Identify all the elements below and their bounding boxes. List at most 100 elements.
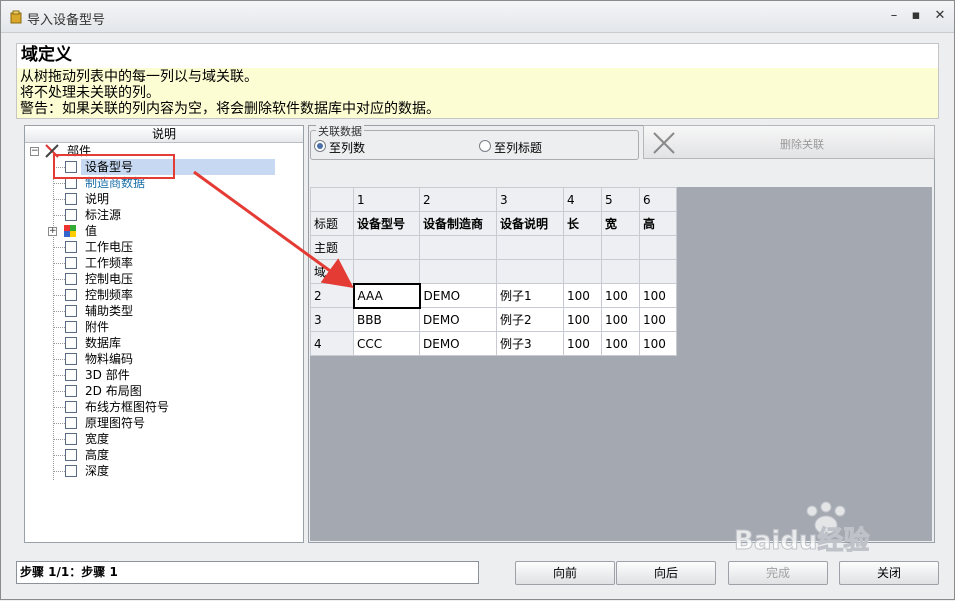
table-cell[interactable]: CCC [353, 331, 420, 356]
subject-cell[interactable] [601, 235, 640, 260]
column-mapping-grid[interactable]: 1 2 3 4 5 6 标题 设备型号 设备制造商 设备说明 长 宽 高 主题 … [310, 187, 677, 356]
radio-to-column-number[interactable] [314, 140, 326, 152]
tree-item-checkbox[interactable] [65, 449, 77, 461]
column-number[interactable]: 4 [563, 187, 602, 212]
tree-column-header[interactable]: 说明 [25, 126, 303, 143]
baidu-watermark: Baidu经验 [733, 493, 934, 557]
column-number[interactable]: 5 [601, 187, 640, 212]
subject-cell[interactable] [496, 235, 564, 260]
tree-item[interactable]: 说明 [25, 191, 303, 207]
field-drop-cell[interactable] [353, 259, 420, 284]
table-cell[interactable]: 100 [563, 331, 602, 356]
step-status: 步骤 1/1：步骤 1 [16, 561, 479, 584]
table-cell[interactable]: 例子3 [496, 331, 564, 356]
table-cell[interactable]: 100 [639, 331, 677, 356]
column-title[interactable]: 设备型号 [353, 211, 420, 236]
tree-item[interactable]: 物料编码 [25, 351, 303, 367]
collapse-icon[interactable]: − [30, 147, 39, 156]
subject-cell[interactable] [353, 235, 420, 260]
table-cell[interactable]: BBB [353, 307, 420, 332]
table-cell[interactable]: 例子1 [496, 283, 564, 308]
tree-item-checkbox[interactable] [65, 337, 77, 349]
expand-icon[interactable]: + [48, 227, 57, 236]
tree-item-checkbox[interactable] [65, 369, 77, 381]
column-title[interactable]: 设备制造商 [419, 211, 497, 236]
minimize-icon[interactable]: – [885, 8, 903, 24]
tree-item[interactable]: 2D 布局图 [25, 383, 303, 399]
tree-item[interactable]: 3D 部件 [25, 367, 303, 383]
radio-label[interactable]: 至列标题 [494, 139, 542, 156]
tree-item-checkbox[interactable] [65, 465, 77, 477]
next-button[interactable]: 向后 [616, 561, 716, 585]
tree-item[interactable]: 布线方框图符号 [25, 399, 303, 415]
table-cell[interactable]: 100 [563, 283, 602, 308]
table-cell[interactable]: DEMO [419, 307, 497, 332]
table-cell[interactable]: 100 [639, 307, 677, 332]
tree-item[interactable]: 工作频率 [25, 255, 303, 271]
table-cell[interactable]: DEMO [419, 331, 497, 356]
table-cell[interactable]: DEMO [419, 283, 497, 308]
tree-item[interactable]: 附件 [25, 319, 303, 335]
tree-item-label: 布线方框图符号 [85, 400, 170, 414]
tree-item-checkbox[interactable] [65, 209, 77, 221]
table-cell[interactable]: 100 [601, 283, 640, 308]
column-title[interactable]: 设备说明 [496, 211, 564, 236]
tree-item-checkbox[interactable] [65, 321, 77, 333]
tree-item-checkbox[interactable] [65, 417, 77, 429]
tree-item[interactable]: 数据库 [25, 335, 303, 351]
table-cell[interactable]: 100 [563, 307, 602, 332]
subject-cell[interactable] [563, 235, 602, 260]
row-label: 域 [310, 259, 354, 284]
tree-item-checkbox[interactable] [65, 385, 77, 397]
table-cell[interactable]: 例子2 [496, 307, 564, 332]
field-drop-cell[interactable] [419, 259, 497, 284]
prev-button[interactable]: 向前 [515, 561, 615, 585]
field-tree[interactable]: 说明 − 部件 设备型号 制造商数据 说明 标注源 + 值 工作电压 工作频率 … [24, 125, 304, 543]
tree-item[interactable]: 控制电压 [25, 271, 303, 287]
title-bar[interactable]: 导入设备型号 – ▪ ✕ [1, 1, 954, 33]
tree-item[interactable]: + 值 [25, 223, 303, 239]
table-cell[interactable]: 100 [601, 307, 640, 332]
tree-item-checkbox[interactable] [65, 433, 77, 445]
finish-button[interactable]: 完成 [728, 561, 828, 585]
column-title[interactable]: 长 [563, 211, 602, 236]
tree-item[interactable]: 深度 [25, 463, 303, 479]
field-drop-cell[interactable] [601, 259, 640, 284]
column-title[interactable]: 高 [639, 211, 677, 236]
tree-item-checkbox[interactable] [65, 353, 77, 365]
table-cell[interactable]: AAA [352, 282, 421, 309]
tree-item[interactable]: 控制频率 [25, 287, 303, 303]
tree-item[interactable]: 高度 [25, 447, 303, 463]
tree-item[interactable]: 宽度 [25, 431, 303, 447]
field-drop-cell[interactable] [563, 259, 602, 284]
tree-item-checkbox[interactable] [65, 257, 77, 269]
subject-cell[interactable] [419, 235, 497, 260]
maximize-icon[interactable]: ▪ [907, 8, 925, 24]
radio-label[interactable]: 至列数 [329, 139, 365, 156]
tree-item-checkbox[interactable] [65, 193, 77, 205]
close-icon[interactable]: ✕ [931, 8, 949, 24]
field-drop-cell[interactable] [496, 259, 564, 284]
tree-item[interactable]: 工作电压 [25, 239, 303, 255]
subject-cell[interactable] [639, 235, 677, 260]
tree-item-label: 高度 [85, 448, 110, 462]
tree-item-checkbox[interactable] [65, 305, 77, 317]
close-button[interactable]: 关闭 [839, 561, 939, 585]
delete-link-button[interactable]: 删除关联 [643, 125, 935, 159]
radio-to-column-title[interactable] [479, 140, 491, 152]
tree-item-checkbox[interactable] [65, 273, 77, 285]
table-cell[interactable]: 100 [601, 331, 640, 356]
tree-item-checkbox[interactable] [65, 289, 77, 301]
tree-item-checkbox[interactable] [65, 241, 77, 253]
tree-item-checkbox[interactable] [65, 401, 77, 413]
column-number[interactable]: 1 [353, 187, 420, 212]
column-number[interactable]: 6 [639, 187, 677, 212]
tree-item[interactable]: 辅助类型 [25, 303, 303, 319]
table-cell[interactable]: 100 [639, 283, 677, 308]
tree-item[interactable]: 标注源 [25, 207, 303, 223]
field-drop-cell[interactable] [639, 259, 677, 284]
column-number[interactable]: 3 [496, 187, 564, 212]
column-number[interactable]: 2 [419, 187, 497, 212]
column-title[interactable]: 宽 [601, 211, 640, 236]
tree-item[interactable]: 原理图符号 [25, 415, 303, 431]
